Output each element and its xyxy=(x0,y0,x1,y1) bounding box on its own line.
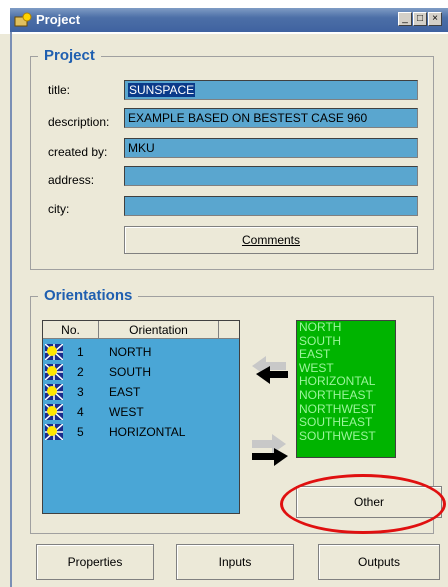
row-number: 1 xyxy=(77,345,84,359)
row-number: 3 xyxy=(77,385,84,399)
window-title: Project xyxy=(36,12,81,27)
remove-orientation-button[interactable] xyxy=(246,426,292,476)
outputs-button[interactable]: Outputs xyxy=(318,544,440,580)
list-item[interactable]: SOUTHWEST xyxy=(299,429,395,444)
row-number: 2 xyxy=(77,365,84,379)
list-item[interactable]: NORTHWEST xyxy=(299,402,395,417)
list-item[interactable]: NORTH xyxy=(299,320,395,335)
description-label: description: xyxy=(48,115,110,129)
row-orientation: HORIZONTAL xyxy=(109,425,186,439)
app-icon xyxy=(14,12,32,28)
list-item[interactable]: 3 EAST xyxy=(43,383,239,403)
comments-button-label: Comments xyxy=(241,233,300,247)
minimize-button[interactable]: _ xyxy=(398,12,412,26)
list-item[interactable]: NORTHEAST xyxy=(299,388,395,403)
orientations-list[interactable]: No. Orientation 1 NORTH 2 SOUTH 3 EAST 4… xyxy=(42,320,240,514)
city-label: city: xyxy=(48,202,70,216)
list-item[interactable]: EAST xyxy=(299,348,395,362)
column-header-filler xyxy=(219,321,239,339)
list-item[interactable]: WEST xyxy=(299,361,395,376)
row-number: 5 xyxy=(77,425,84,439)
available-orientations-list[interactable]: NORTH SOUTH EAST WEST HORIZONTAL NORTHEA… xyxy=(296,320,396,458)
list-item[interactable]: 5 HORIZONTAL xyxy=(43,423,239,443)
sun-icon xyxy=(45,344,63,360)
created-by-label: created by: xyxy=(48,145,108,159)
list-item[interactable]: SOUTH xyxy=(299,334,395,349)
maximize-button[interactable]: □ xyxy=(413,12,427,26)
list-item[interactable]: 1 NORTH xyxy=(43,343,239,363)
row-orientation: SOUTH xyxy=(109,365,151,379)
address-field[interactable] xyxy=(124,166,418,186)
close-button[interactable]: × xyxy=(428,12,442,26)
sun-icon xyxy=(45,364,63,380)
row-number: 4 xyxy=(77,405,84,419)
row-orientation: NORTH xyxy=(109,345,152,359)
title-field[interactable]: SUNSPACE xyxy=(124,80,418,100)
project-window: Project _ □ × Project title: SUNSPACE de… xyxy=(0,0,448,587)
window-border xyxy=(10,32,12,587)
city-field[interactable] xyxy=(124,196,418,216)
list-item[interactable]: 2 SOUTH xyxy=(43,363,239,383)
list-item[interactable]: 4 WEST xyxy=(43,403,239,423)
title-label: title: xyxy=(48,83,71,97)
row-orientation: WEST xyxy=(109,405,144,419)
row-orientation: EAST xyxy=(109,385,141,399)
column-header-no[interactable]: No. xyxy=(43,321,99,339)
list-item[interactable]: HORIZONTAL xyxy=(299,375,395,389)
sun-icon xyxy=(45,424,63,440)
address-label: address: xyxy=(48,173,95,187)
title-value: SUNSPACE xyxy=(128,83,196,97)
highlight-ellipse xyxy=(280,474,446,534)
created-by-field[interactable]: MKU xyxy=(124,138,418,158)
arrow-right-icon xyxy=(252,434,288,466)
orientations-group-label: Orientations xyxy=(38,287,139,304)
description-field[interactable]: EXAMPLE BASED ON BESTEST CASE 960 xyxy=(124,108,418,128)
sun-icon xyxy=(45,384,63,400)
comments-button[interactable]: Comments xyxy=(124,226,418,254)
arrow-left-icon xyxy=(252,356,288,384)
add-orientation-button[interactable] xyxy=(246,348,292,398)
properties-button[interactable]: Properties xyxy=(36,544,154,580)
project-group-label: Project xyxy=(38,47,101,64)
column-header-orientation[interactable]: Orientation xyxy=(99,321,219,339)
sun-icon xyxy=(45,404,63,420)
inputs-button[interactable]: Inputs xyxy=(176,544,294,580)
list-item[interactable]: SOUTHEAST xyxy=(299,416,395,430)
